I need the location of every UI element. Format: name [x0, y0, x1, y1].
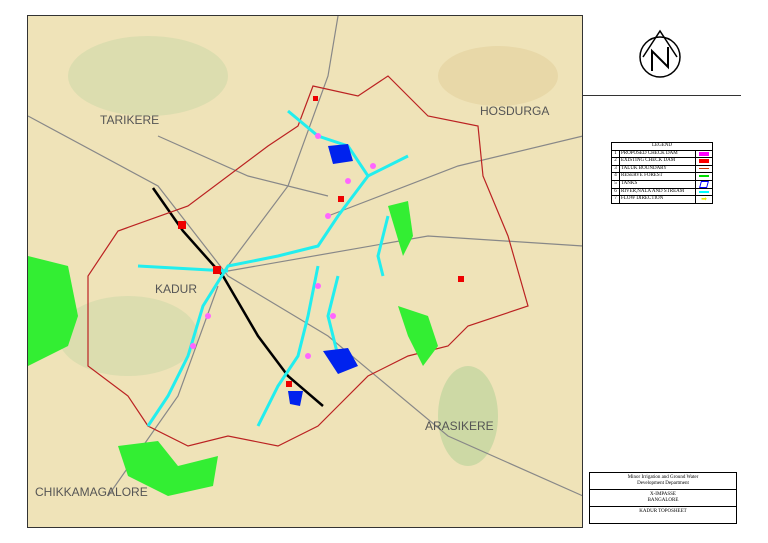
legend-label: EXISTING CHECK DAM	[620, 158, 696, 165]
legend-num: 5	[612, 180, 620, 188]
legend-item: 1 PROPOSED CHECK DAM	[612, 150, 712, 158]
legend: LEGEND 1 PROPOSED CHECK DAM 2 EXISTING CHE…	[611, 142, 713, 204]
legend-label: PROPOSED CHECK DAM	[620, 150, 696, 157]
proposed-check-dam-swatch	[699, 151, 709, 156]
north-arrow-icon	[639, 29, 681, 78]
legend-num: 3	[612, 165, 620, 172]
legend-item: 2 EXISTING CHECK DAM	[612, 158, 712, 166]
legend-label: RIVER,NALA AND STREAM	[620, 188, 696, 195]
legend-num: 4	[612, 173, 620, 180]
legend-item: 4 RESERVE FOREST	[612, 173, 712, 181]
legend-num: 2	[612, 158, 620, 165]
legend-label: FLOW DIRECTION	[620, 196, 696, 203]
legend-title: LEGEND	[612, 143, 712, 151]
existing-check-dam-swatch	[699, 159, 709, 164]
legend-num: 1	[612, 150, 620, 157]
legend-item: 3 TALUK BOUNDARY	[612, 165, 712, 173]
flow-direction-arrow-icon: ➡	[701, 195, 707, 203]
title-block: Minor Irrigation and Ground Water Develop…	[589, 472, 737, 524]
legend-label: TANKS	[620, 180, 696, 188]
side-panel: LEGEND 1 PROPOSED CHECK DAM 2 EXISTING CHE…	[582, 15, 742, 528]
sheet-name: KADUR TOPOSHEET	[639, 509, 687, 514]
legend-item: 5 TANKS	[612, 180, 712, 189]
legend-num: 6	[612, 188, 620, 195]
north-arrow-box	[583, 15, 741, 96]
legend-label: TALUK BOUNDARY	[620, 165, 696, 172]
tank-swatch-icon	[699, 180, 709, 188]
org-name-line2: Development Department	[637, 481, 689, 486]
legend-item: 7 FLOW DIRECTION ➡	[612, 196, 712, 203]
river-swatch	[699, 190, 709, 193]
legend-label: RESERVE FOREST	[620, 173, 696, 180]
legend-num: 7	[612, 196, 620, 203]
taluk-boundary-swatch	[699, 168, 709, 170]
legend-item: 6 RIVER,NALA AND STREAM	[612, 188, 712, 196]
reserve-forest-swatch	[699, 175, 709, 178]
office-line2: BANGALORE	[647, 498, 679, 503]
